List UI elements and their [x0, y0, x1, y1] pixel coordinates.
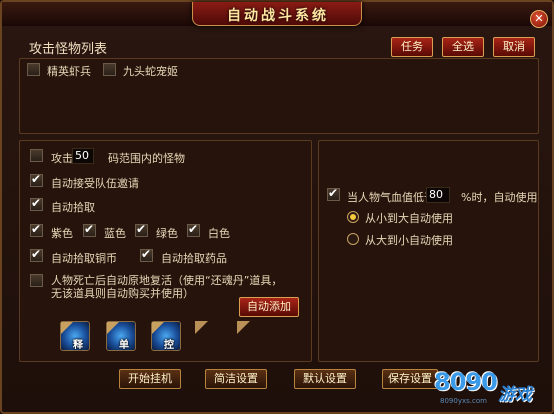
monster-list-title: 攻击怪物列表	[29, 42, 108, 57]
auto-potion-checkbox[interactable]	[140, 247, 153, 262]
monster-list-panel: 精英虾兵 九头蛇宠姬	[19, 58, 539, 134]
site-logo: 8090 游戏 8090yxs.com	[434, 368, 552, 412]
auto-revive-checkbox[interactable]	[30, 274, 43, 287]
slot-corner-icon	[61, 322, 73, 334]
slot-corner-icon	[152, 322, 164, 334]
slot-corner-icon	[107, 322, 119, 334]
order-ascending-label: 从小到大自动使用	[365, 212, 453, 225]
auto-pickup-label: 自动拾取	[51, 201, 95, 214]
order-ascending-radio[interactable]	[347, 211, 359, 223]
simple-settings-button[interactable]: 简洁设置	[205, 369, 267, 389]
auto-battle-window: 自动战斗系统 ✕ 攻击怪物列表 任务 全选 取消 精英虾兵 九头蛇宠姬 攻击 5…	[0, 0, 554, 414]
hp-threshold-prefix: 当人物气血值低于	[347, 191, 435, 204]
skill-control-label: 控	[164, 340, 174, 351]
auto-team-invite-label: 自动接受队伍邀请	[51, 177, 139, 190]
monster-checkbox-1[interactable]	[103, 63, 116, 76]
skill-single-label: 单	[119, 340, 129, 351]
task-button[interactable]: 任务	[391, 37, 433, 57]
cancel-button[interactable]: 取消	[493, 37, 535, 57]
select-all-button[interactable]: 全选	[442, 37, 484, 57]
hp-threshold-input[interactable]: 80	[426, 187, 450, 203]
color-purple-checkbox[interactable]	[30, 222, 43, 237]
skill-slot-single[interactable]: 单	[106, 321, 136, 351]
attack-suffix-label: 码范围内的怪物	[108, 152, 185, 165]
color-blue-label: 蓝色	[104, 227, 126, 240]
color-white-checkbox[interactable]	[187, 222, 200, 237]
auto-add-button[interactable]: 自动添加	[239, 297, 299, 317]
auto-team-invite-checkbox[interactable]	[30, 172, 43, 187]
empty-skill-slot-icon[interactable]	[195, 321, 208, 334]
combat-options-panel: 攻击 50 码范围内的怪物 自动接受队伍邀请 自动拾取 紫色 蓝色 绿色 白色 …	[19, 140, 312, 362]
auto-potion-label: 自动拾取药品	[161, 252, 227, 265]
attack-prefix-label: 攻击	[51, 152, 73, 165]
auto-copper-checkbox[interactable]	[30, 247, 43, 262]
attack-range-input[interactable]: 50	[72, 148, 94, 164]
skill-release-label: 释	[73, 340, 83, 351]
title-plaque: 自动战斗系统	[192, 2, 362, 26]
window-title: 自动战斗系统	[227, 8, 329, 24]
close-button[interactable]: ✕	[530, 10, 548, 28]
save-settings-button[interactable]: 保存设置	[382, 369, 438, 389]
order-descending-label: 从大到小自动使用	[365, 234, 453, 247]
logo-url: 8090yxs.com	[440, 397, 487, 405]
auto-copper-label: 自动拾取铜币	[51, 252, 117, 265]
color-green-checkbox[interactable]	[135, 222, 148, 237]
color-green-label: 绿色	[156, 227, 178, 240]
monster-checkbox-0[interactable]	[27, 63, 40, 76]
skill-slot-release[interactable]: 释	[60, 321, 90, 351]
skill-slot-control[interactable]: 控	[151, 321, 181, 351]
empty-skill-slot-icon[interactable]	[237, 321, 250, 334]
auto-pickup-checkbox[interactable]	[30, 196, 43, 211]
default-settings-button[interactable]: 默认设置	[294, 369, 356, 389]
color-white-label: 白色	[208, 227, 230, 240]
monster-label-0: 精英虾兵	[47, 65, 91, 78]
logo-numbers: 8090	[434, 368, 498, 396]
auto-revive-label-line2: 无该道具则自动购买并使用）	[51, 287, 194, 300]
hp-threshold-suffix: %时，自动使用药	[461, 191, 537, 204]
start-hangup-button[interactable]: 开始挂机	[119, 369, 181, 389]
hp-threshold-checkbox[interactable]	[327, 186, 340, 201]
potion-options-panel: 当人物气血值低于 80 %时，自动使用药 从小到大自动使用 从大到小自动使用	[318, 140, 539, 362]
order-descending-radio[interactable]	[347, 233, 359, 245]
color-blue-checkbox[interactable]	[83, 222, 96, 237]
monster-label-1: 九头蛇宠姬	[123, 65, 178, 78]
color-purple-label: 紫色	[51, 227, 73, 240]
logo-text: 游戏	[498, 385, 532, 405]
attack-range-checkbox[interactable]	[30, 149, 43, 162]
